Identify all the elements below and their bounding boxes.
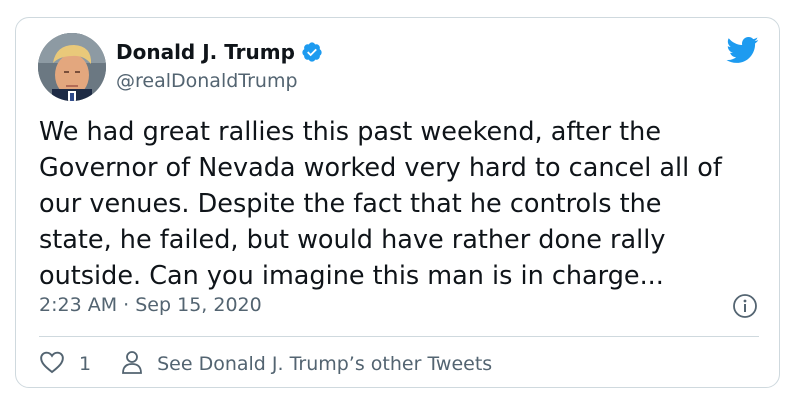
divider bbox=[39, 336, 759, 337]
avatar[interactable] bbox=[38, 33, 106, 101]
tweet-card[interactable]: Donald J. Trump @realDonaldTrump We had … bbox=[15, 17, 780, 388]
author-name[interactable]: Donald J. Trump bbox=[116, 40, 295, 64]
avatar-image bbox=[38, 33, 106, 101]
see-other-tweets-label: See Donald J. Trump’s other Tweets bbox=[157, 353, 493, 375]
author-row[interactable]: Donald J. Trump bbox=[116, 40, 323, 64]
see-other-tweets-link[interactable]: See Donald J. Trump’s other Tweets bbox=[121, 349, 492, 380]
like-button[interactable]: 1 bbox=[39, 350, 91, 379]
heart-icon bbox=[39, 350, 65, 379]
timestamp-separator: · bbox=[123, 294, 136, 316]
tweet-actions: 1 See Donald J. Trump’s other Tweets bbox=[39, 349, 492, 379]
tweet-text: We had great rallies this past weekend, … bbox=[39, 117, 722, 291]
tweet-time[interactable]: 2:23 AM bbox=[39, 294, 117, 316]
tweet-date[interactable]: Sep 15, 2020 bbox=[135, 294, 261, 316]
twitter-bird-icon[interactable] bbox=[725, 36, 759, 64]
tweet-timestamp[interactable]: 2:23 AM · Sep 15, 2020 bbox=[39, 294, 262, 316]
like-count: 1 bbox=[79, 353, 92, 375]
person-icon bbox=[121, 349, 143, 380]
author-handle[interactable]: @realDonaldTrump bbox=[116, 70, 298, 92]
info-icon[interactable] bbox=[732, 293, 758, 319]
verified-badge-icon bbox=[301, 41, 323, 63]
